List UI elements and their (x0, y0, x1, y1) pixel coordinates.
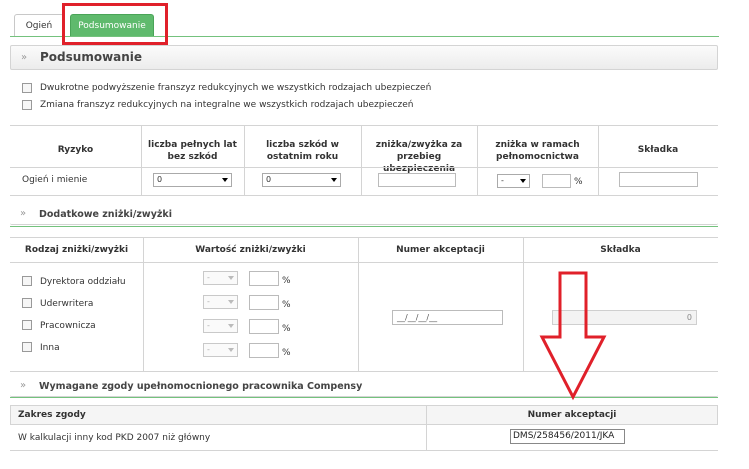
underwriter-discount-select[interactable]: - (203, 295, 238, 309)
other-discount-checkbox[interactable] (22, 342, 32, 352)
chevron-down-icon (228, 348, 234, 352)
risk-header-history: zniżka/zwyżka za przebieg ubezpieczenia (375, 140, 463, 174)
chevron-down-icon (222, 178, 228, 182)
consent-section-underline (10, 397, 718, 398)
extra-header-acceptance: Numer akceptacji (396, 245, 485, 255)
percent-label: % (282, 348, 291, 358)
double-deductible-label: Dwukrotne podwyższenie franszyz redukcyj… (40, 83, 432, 93)
risk-table-row-border (10, 167, 718, 168)
chevron-down-icon (331, 178, 337, 182)
consent-row-scope: W kalkulacji inny kod PKD 2007 niż główn… (18, 433, 211, 443)
extra-col-divider (358, 237, 359, 371)
risk-header-proxy: zniżka w ramach pełnomocnictwa (495, 140, 580, 162)
underwriter-discount-input[interactable] (249, 295, 279, 310)
extra-section-underline (10, 226, 718, 227)
risk-table-top-border (10, 125, 718, 126)
director-discount-checkbox[interactable] (22, 276, 32, 286)
risk-table-bottom-border (10, 195, 718, 196)
underwriter-discount-label: Uderwritera (40, 299, 94, 309)
risk-header-premium: Składka (637, 145, 679, 155)
employee-discount-label: Pracownicza (40, 321, 96, 331)
extra-col-divider (523, 237, 524, 371)
extra-header-value: Wartość zniżki/zwyżki (195, 245, 306, 255)
extra-section-header: » Dodatkowe zniżki/zwyżki (10, 205, 718, 225)
proxy-discount-select[interactable]: - (497, 174, 530, 188)
double-deductible-checkbox[interactable] (22, 83, 32, 93)
consent-section-header: » Wymagane zgody upełnomocnionego pracow… (10, 377, 718, 397)
extra-table-header-border (10, 262, 718, 263)
double-chevron-icon: » (21, 52, 28, 63)
consent-title: Wymagane zgody upełnomocnionego pracowni… (39, 381, 363, 392)
percent-label: % (282, 300, 291, 310)
risk-header-claims: liczba szkód w ostatnim roku (266, 140, 339, 162)
risk-col-divider (598, 125, 599, 195)
extra-table-top-border (10, 237, 718, 238)
tab-highlight-box (62, 3, 168, 45)
extra-col-divider (143, 237, 144, 371)
consent-acceptance-input[interactable]: DMS/258456/2011/JKA (510, 429, 625, 444)
risk-row-name: Ogień i mienie (22, 175, 88, 185)
years-without-claims-select[interactable]: 0 (153, 173, 232, 187)
percent-label: % (282, 324, 291, 334)
extra-table-bottom-border (10, 371, 718, 372)
extra-header-type: Rodzaj zniżki/zwyżki (24, 245, 129, 255)
summary-title: Podsumowanie (40, 50, 143, 64)
risk-header-years: liczba pełnych lat bez szkód (148, 140, 237, 162)
double-chevron-icon: » (20, 208, 27, 219)
percent-label: % (574, 177, 583, 187)
claims-last-year-select[interactable]: 0 (262, 173, 341, 187)
consent-header-scope: Zakres zgody (18, 410, 86, 420)
red-down-arrow-icon (539, 271, 607, 401)
director-discount-input[interactable] (249, 271, 279, 286)
summary-section-header: » Podsumowanie (10, 45, 718, 70)
chevron-down-icon (228, 324, 234, 328)
tab-ogien[interactable]: Ogień (14, 14, 64, 36)
consent-header-acceptance: Numer akceptacji (527, 410, 617, 420)
other-discount-select[interactable]: - (203, 343, 238, 357)
premium-input[interactable] (619, 172, 698, 187)
extra-title: Dodatkowe zniżki/zwyżki (39, 209, 173, 220)
double-chevron-icon: » (20, 380, 27, 391)
employee-discount-checkbox[interactable] (22, 320, 32, 330)
history-discount-input[interactable] (378, 173, 456, 187)
underwriter-discount-checkbox[interactable] (22, 298, 32, 308)
proxy-discount-input[interactable] (542, 174, 571, 188)
integral-deductible-label: Zmiana franszyz redukcyjnych na integral… (40, 100, 414, 110)
extra-header-premium: Składka (600, 245, 641, 255)
other-discount-label: Inna (40, 343, 60, 353)
integral-deductible-checkbox[interactable] (22, 100, 32, 110)
employee-discount-select[interactable]: - (203, 319, 238, 333)
consent-table-bottom-border (10, 450, 718, 451)
chevron-down-icon (520, 179, 526, 183)
risk-header-ryzyko: Ryzyko (57, 145, 94, 155)
director-discount-select[interactable]: - (203, 271, 238, 285)
employee-discount-input[interactable] (249, 319, 279, 334)
other-discount-input[interactable] (249, 343, 279, 358)
chevron-down-icon (228, 276, 234, 280)
director-discount-label: Dyrektora oddziału (40, 277, 126, 287)
percent-label: % (282, 276, 291, 286)
acceptance-number-input[interactable]: __/__/__/__ (392, 310, 503, 325)
chevron-down-icon (228, 300, 234, 304)
